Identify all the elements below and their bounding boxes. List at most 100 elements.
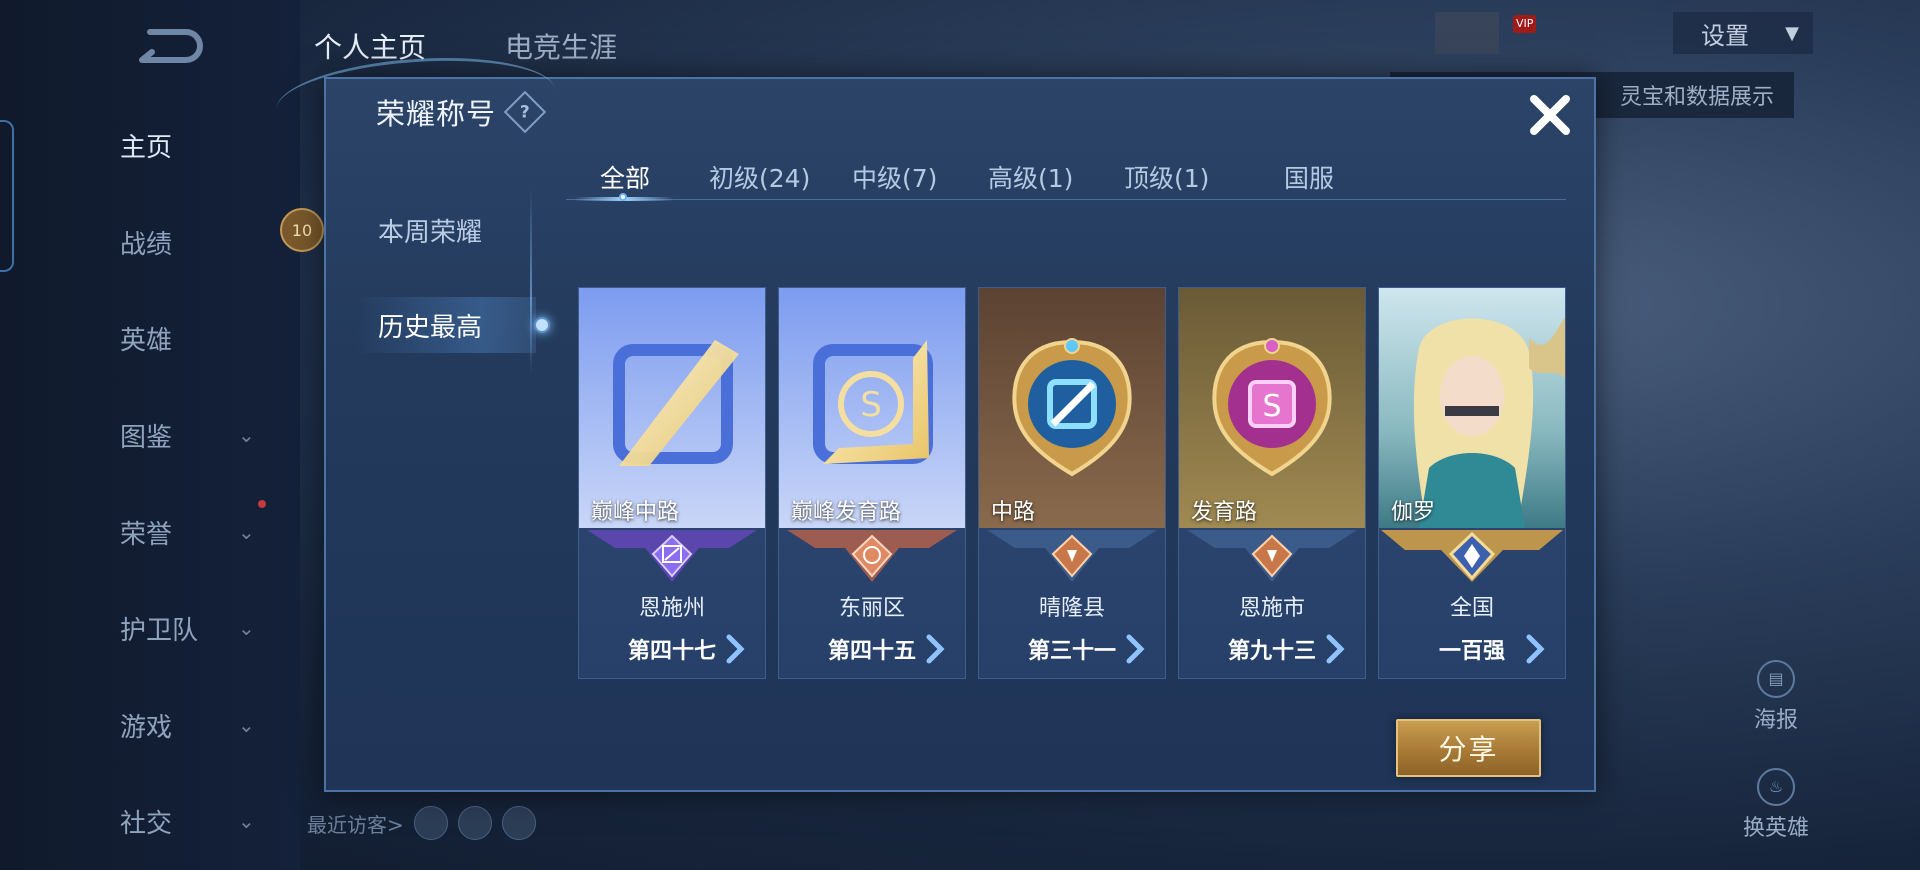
avatar[interactable] [1435,12,1499,54]
help-icon[interactable]: ? [503,90,547,134]
rank-emblem-icon [987,530,1157,582]
notification-dot [258,500,266,508]
title-card[interactable]: S 巅峰发育路 东丽区 第四十五 [778,287,966,679]
card-title: 发育路 [1191,500,1258,525]
nav-social-label: 社交 [120,808,173,839]
tab-label: 初级(24) [709,164,811,193]
title-card[interactable]: S 发育路 恩施市 第九十三 [1178,287,1366,679]
nav-game[interactable]: 游戏 ⌄ [120,705,280,745]
card-rank-text: 第九十三 [1227,639,1316,664]
chevron-down-icon: ⌄ [238,520,255,544]
svg-text:S: S [1262,389,1281,424]
chevron-right-icon [1526,634,1545,664]
avatar[interactable] [413,806,448,840]
share-label: 分享 [1438,733,1499,766]
card-art: 巅峰中路 [579,288,765,528]
card-title: 中路 [991,500,1036,525]
nav-social[interactable]: 社交 ⌄ [120,801,280,841]
close-icon[interactable] [1526,91,1574,139]
nav-guard-team-label: 护卫队 [120,615,199,646]
card-rank-text: 一百强 [1438,639,1505,664]
tab-label: 顶级(1) [1124,164,1210,193]
card-rank[interactable]: 第三十一 [979,633,1165,667]
poster-button[interactable]: ▤ 海报 [1736,660,1816,734]
card-region: 晴隆县 [1038,596,1105,621]
tab-label: 高级(1) [988,164,1074,193]
poster-label: 海报 [1753,708,1798,733]
side-item-label: 本周荣耀 [378,217,483,248]
tier-tabs: 全部 初级(24) 中级(7) 高级(1) 顶级(1) 国服 [566,159,1566,201]
card-rank[interactable]: 第九十三 [1179,633,1365,667]
settings-dropdown[interactable]: 设置 ▼ [1673,12,1813,54]
poster-icon: ▤ [1757,660,1795,698]
chevron-right-icon [1326,634,1345,664]
nav-guard-team[interactable]: 护卫队 ⌄ [120,608,280,648]
chevron-right-icon [926,634,945,664]
card-title: 伽罗 [1391,500,1436,525]
card-region: 全国 [1449,596,1494,621]
dialog-title-text: 荣耀称号 [376,97,497,131]
hero-portrait-image [1379,288,1565,528]
side-item-history-best[interactable]: 历史最高 [356,297,550,353]
title-card[interactable]: 巅峰中路 恩施州 第四十七 [578,287,766,679]
card-rank-text: 第四十五 [827,639,916,664]
nav-honor[interactable]: 荣誉 ⌄ [120,512,280,552]
title-cards: 巅峰中路 恩施州 第四十七 S 巅峰发育路 东丽区 第四十五 中路 晴隆县 第三… [578,287,1566,687]
nav-records-label: 战绩 [120,229,173,260]
tab-label: 中级(7) [852,164,938,193]
rank-emblem-icon [587,530,757,582]
dialog-title: 荣耀称号 ? [376,90,547,134]
nav-home[interactable]: 主页 [120,125,280,165]
edge-tab[interactable] [0,120,14,272]
card-art: S 巅峰发育路 [779,288,965,528]
nav-home-label: 主页 [120,132,173,163]
chevron-down-icon: ⌄ [238,423,255,447]
chevron-down-icon: ⌄ [238,713,255,737]
card-region: 恩施州 [638,596,705,621]
card-title: 巅峰中路 [591,500,680,525]
title-card[interactable]: 中路 晴隆县 第三十一 [978,287,1166,679]
avatar[interactable] [501,806,536,840]
card-rank[interactable]: 第四十五 [779,633,965,667]
card-region: 恩施市 [1238,596,1305,621]
recent-visitors[interactable]: 最近访客> [307,806,536,840]
card-rank[interactable]: 第四十七 [579,633,765,667]
tab-label: 国服 [1284,164,1335,193]
card-title: 巅峰发育路 [791,500,902,525]
recent-visitors-label: 最近访客> [307,812,404,837]
change-hero-button[interactable]: ♨ 换英雄 [1736,768,1816,842]
settings-label: 设置 [1701,21,1749,50]
title-card[interactable]: 伽罗 全国 一百强 [1378,287,1566,679]
nav-heroes-label: 英雄 [120,325,173,356]
back-icon[interactable] [138,26,218,66]
chevron-down-icon: ⌄ [238,616,255,640]
card-art: 伽罗 [1379,288,1565,528]
svg-text:S: S [860,385,882,425]
nav-game-label: 游戏 [120,712,173,743]
nav-heroes[interactable]: 英雄 [120,318,280,358]
tab-intermediate[interactable]: 中级(7) [852,159,937,195]
adc-lane-icon: S [779,288,965,528]
avatar[interactable] [457,806,492,840]
rank-emblem-icon [1187,530,1357,582]
hero-level-badge: 10 [280,208,324,252]
nav-gallery[interactable]: 图鉴 ⌄ [120,415,280,455]
tab-esports-career[interactable]: 电竞生涯 [505,26,617,66]
tab-senior[interactable]: 高级(1) [988,159,1073,195]
help-glyph: ? [519,102,531,122]
rank-emblem-icon [1381,530,1563,582]
tab-label: 全部 [600,164,651,193]
change-hero-label: 换英雄 [1742,816,1809,841]
share-button[interactable]: 分享 [1396,719,1541,777]
tab-junior[interactable]: 初级(24) [709,159,810,195]
selected-indicator [534,317,550,333]
chevron-right-icon [1126,634,1145,664]
tab-top[interactable]: 顶级(1) [1124,159,1209,195]
vip-badge: VIP [1513,15,1537,33]
side-item-weekly-honor[interactable]: 本周荣耀 [356,202,536,258]
tab-all[interactable]: 全部 [574,159,674,201]
card-rank[interactable]: 一百强 [1379,633,1565,667]
nav-records[interactable]: 战绩 [120,222,280,262]
tab-national[interactable]: 国服 [1284,159,1334,195]
rank-emblem-icon [787,530,957,582]
